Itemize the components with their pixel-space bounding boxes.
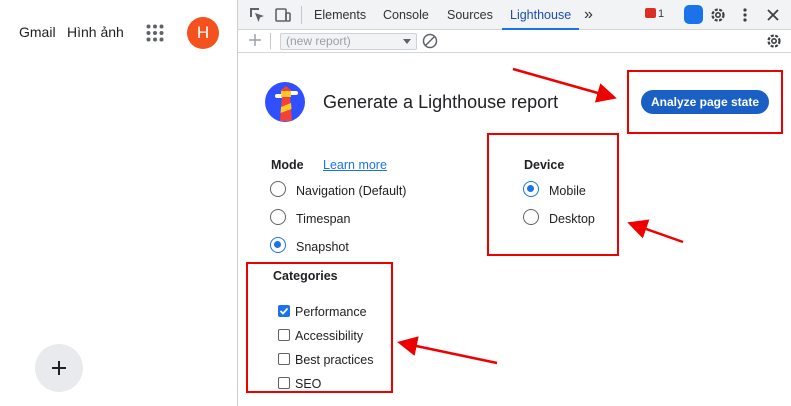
issues-count: 1 bbox=[658, 8, 665, 20]
report-select[interactable]: (new report) bbox=[280, 33, 417, 50]
lighthouse-logo-icon bbox=[264, 81, 306, 123]
device-label: Device bbox=[524, 158, 565, 172]
plus-icon bbox=[52, 361, 66, 375]
chevron-down-icon bbox=[403, 39, 411, 44]
device-toolbar-icon[interactable] bbox=[274, 6, 292, 24]
apps-grid-icon[interactable] bbox=[146, 24, 164, 42]
checkmark-icon bbox=[279, 307, 289, 315]
checkbox-performance[interactable] bbox=[278, 305, 290, 317]
categories-label: Categories bbox=[273, 269, 338, 283]
extension-icon[interactable] bbox=[684, 5, 703, 24]
checkbox-best-practices[interactable] bbox=[278, 353, 290, 365]
close-icon[interactable] bbox=[764, 6, 782, 24]
clear-reports-icon[interactable] bbox=[422, 33, 440, 51]
lighthouse-settings-gear-icon[interactable] bbox=[765, 32, 783, 50]
more-options-icon[interactable] bbox=[736, 6, 754, 24]
device-option-label: Mobile bbox=[549, 184, 586, 198]
new-shortcut-button[interactable] bbox=[35, 344, 83, 392]
more-tabs-icon[interactable]: » bbox=[584, 0, 593, 30]
checkbox-accessibility[interactable] bbox=[278, 329, 290, 341]
images-link[interactable]: Hình ảnh bbox=[67, 24, 124, 40]
tab-lighthouse[interactable]: Lighthouse bbox=[502, 0, 580, 30]
tab-sources[interactable]: Sources bbox=[447, 0, 493, 30]
radio-snapshot[interactable] bbox=[270, 237, 286, 253]
devtools-tabbar: Elements Console Sources Lighthouse » 1 bbox=[238, 0, 791, 30]
category-label: Performance bbox=[295, 305, 367, 319]
radio-mobile[interactable] bbox=[523, 181, 539, 197]
lighthouse-toolbar: (new report) bbox=[238, 30, 791, 53]
analyze-page-state-button[interactable]: Analyze page state bbox=[641, 90, 769, 114]
tab-elements[interactable]: Elements bbox=[314, 0, 366, 30]
category-label: Best practices bbox=[295, 353, 374, 367]
mode-option-label: Timespan bbox=[296, 212, 351, 226]
toolbar-divider bbox=[301, 6, 302, 24]
google-pane: Gmail Hình ảnh H bbox=[0, 0, 237, 406]
add-report-icon[interactable] bbox=[247, 32, 265, 50]
category-label: Accessibility bbox=[295, 329, 364, 343]
device-option-label: Desktop bbox=[549, 212, 595, 226]
avatar[interactable]: H bbox=[187, 17, 219, 49]
settings-gear-icon[interactable] bbox=[709, 6, 727, 24]
issues-icon[interactable] bbox=[645, 8, 656, 18]
mode-option-label: Navigation (Default) bbox=[296, 184, 407, 198]
tab-console[interactable]: Console bbox=[383, 0, 429, 30]
gmail-link[interactable]: Gmail bbox=[19, 24, 56, 40]
radio-desktop[interactable] bbox=[523, 209, 539, 225]
mode-option-label: Snapshot bbox=[296, 240, 349, 254]
radio-navigation[interactable] bbox=[270, 181, 286, 197]
category-label: SEO bbox=[295, 377, 322, 391]
radio-timespan[interactable] bbox=[270, 209, 286, 225]
mode-label: Mode bbox=[271, 158, 304, 172]
page-title: Generate a Lighthouse report bbox=[323, 92, 559, 112]
devtools-panel: Elements Console Sources Lighthouse » 1 … bbox=[237, 0, 791, 406]
learn-more-link[interactable]: Learn more bbox=[323, 158, 387, 172]
inspect-element-icon[interactable] bbox=[248, 6, 266, 24]
checkbox-seo[interactable] bbox=[278, 377, 290, 389]
toolbar-divider bbox=[270, 33, 271, 49]
report-select-value: (new report) bbox=[286, 34, 351, 48]
